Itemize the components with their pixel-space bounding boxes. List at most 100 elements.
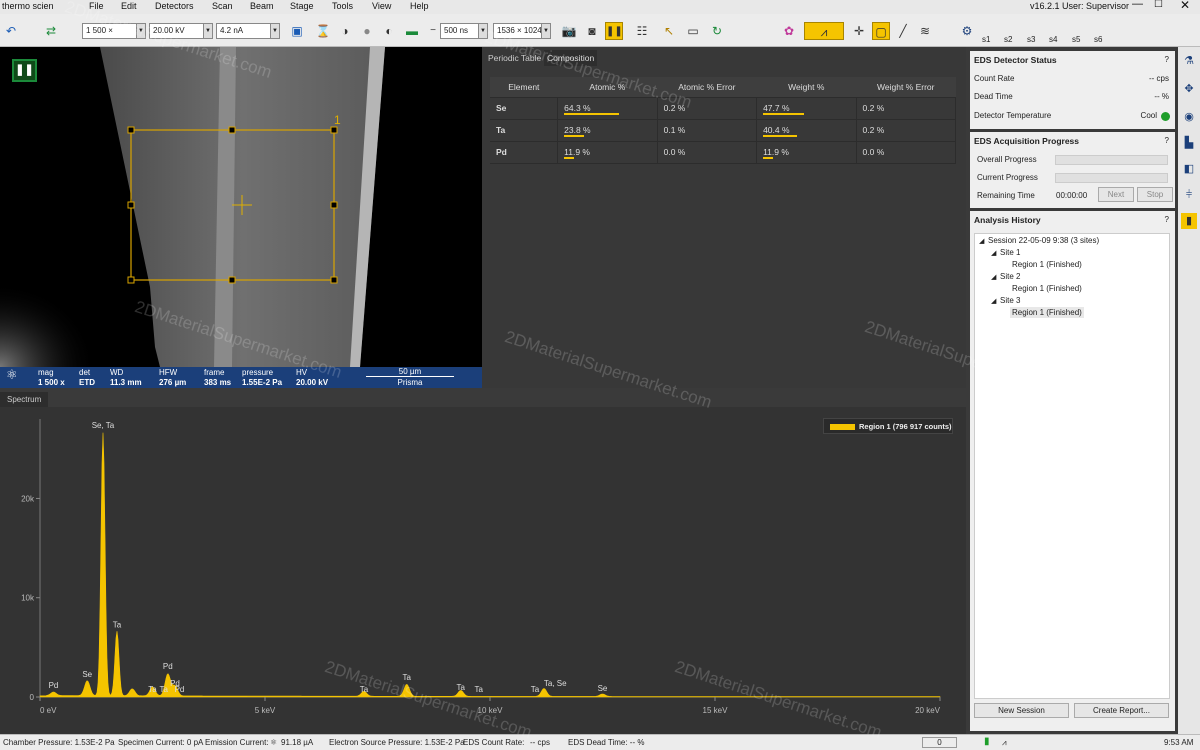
resolution-field[interactable]: 1536 × 1024 ▼ bbox=[493, 23, 551, 39]
tab-spectrum[interactable]: Spectrum bbox=[0, 392, 48, 407]
table-row[interactable]: Pd 11.9 % 0.0 % 11.9 % 0.0 % bbox=[490, 141, 957, 164]
stage-icon[interactable]: ▣ bbox=[288, 22, 306, 40]
sliders-icon[interactable]: ⫩ bbox=[1181, 187, 1197, 203]
rotate-icon[interactable]: ↻ bbox=[708, 22, 726, 40]
site-item[interactable]: Site 2 bbox=[1000, 272, 1020, 281]
close-icon[interactable]: ✕ bbox=[1180, 0, 1190, 12]
overall-progress-bar bbox=[1055, 155, 1168, 165]
region-item[interactable]: Region 1 (Finished) bbox=[1012, 260, 1082, 269]
chevron-down-icon[interactable]: ▼ bbox=[478, 24, 487, 38]
area-tool-icon[interactable]: ▢ bbox=[872, 22, 890, 40]
select-tool-icon[interactable]: ↖ bbox=[660, 22, 678, 40]
atomic-cell-text: 64.3 % bbox=[564, 103, 591, 113]
menu-detectors[interactable]: Detectors bbox=[155, 1, 194, 11]
photo-icon[interactable]: ◙ bbox=[583, 22, 601, 40]
sem-image-view[interactable]: 1 ❚❚ bbox=[0, 47, 482, 367]
menu-view[interactable]: View bbox=[372, 1, 391, 11]
menu-beam[interactable]: Beam bbox=[250, 1, 274, 11]
value-bar bbox=[564, 112, 620, 115]
expand-icon[interactable]: ◢ bbox=[991, 273, 996, 281]
current-progress-bar bbox=[1055, 173, 1168, 183]
magnification-field[interactable]: 1 500 × ▼ bbox=[82, 23, 146, 39]
expand-icon[interactable]: ◢ bbox=[991, 297, 996, 305]
menu-help[interactable]: Help bbox=[410, 1, 429, 11]
menu-stage[interactable]: Stage bbox=[290, 1, 314, 11]
menu-file[interactable]: File bbox=[89, 1, 104, 11]
help-icon[interactable]: ? bbox=[1165, 136, 1169, 145]
col-atomic-error[interactable]: Atomic % Error bbox=[657, 77, 757, 98]
cube-icon[interactable]: ◧ bbox=[1181, 161, 1197, 177]
lens-icon[interactable]: ◐ bbox=[380, 22, 398, 40]
brightness-icon[interactable]: ● bbox=[358, 22, 376, 40]
create-report-button[interactable]: Create Report... bbox=[1074, 703, 1169, 718]
region-item[interactable]: Region 1 (Finished) bbox=[1010, 307, 1084, 318]
session-item[interactable]: Session 22-05-09 9:38 (3 sites) bbox=[988, 236, 1099, 245]
chevron-down-icon[interactable]: ▼ bbox=[203, 24, 212, 38]
line-tool-icon[interactable]: ╱ bbox=[894, 22, 912, 40]
chevron-down-icon[interactable]: ▼ bbox=[541, 24, 550, 38]
dwell-time-field[interactable]: 500 ns ▼ bbox=[440, 23, 488, 39]
beam-current-field[interactable]: 4.2 nA ▼ bbox=[216, 23, 280, 39]
navigation-icon[interactable]: ✥ bbox=[1181, 81, 1197, 97]
spectrum-chart[interactable]: 20k 10k 0 0 eV 5 keV 10 keV 15 keV 20 keV Pd Se Se… bbox=[0, 407, 966, 734]
chevron-down-icon[interactable]: ▼ bbox=[270, 24, 279, 38]
point-tool-icon[interactable]: ✛ bbox=[850, 22, 868, 40]
atomic-error-cell: 0.2 % bbox=[657, 97, 758, 120]
stop-button[interactable]: Stop bbox=[1137, 187, 1173, 202]
counter-field[interactable]: 0 bbox=[922, 737, 957, 748]
col-weight-error[interactable]: Weight % Error bbox=[856, 77, 956, 98]
col-weight[interactable]: Weight % bbox=[756, 77, 857, 98]
chart-icon[interactable]: ▙ bbox=[1181, 135, 1197, 151]
help-icon[interactable]: ? bbox=[1165, 215, 1169, 224]
table-row[interactable]: Ta 23.8 % 0.1 % 40.4 % 0.2 % bbox=[490, 119, 957, 142]
slot-s5[interactable]: s5 bbox=[1072, 35, 1080, 44]
col-element[interactable]: Element bbox=[490, 77, 558, 98]
table-row[interactable]: Se 64.3 % 0.2 % 47.7 % 0.2 % bbox=[490, 97, 957, 120]
region-item[interactable]: Region 1 (Finished) bbox=[1012, 284, 1082, 293]
clock-time: 9:53 AM bbox=[1164, 738, 1194, 747]
scan-area-icon[interactable]: ☷ bbox=[633, 22, 651, 40]
hv-field[interactable]: 20.00 kV ▼ bbox=[149, 23, 213, 39]
pause-button[interactable]: ❚❚ bbox=[605, 22, 623, 40]
pause-indicator-icon[interactable]: ❚❚ bbox=[12, 59, 37, 82]
next-button[interactable]: Next bbox=[1098, 187, 1134, 202]
slot-s3[interactable]: s3 bbox=[1027, 35, 1035, 44]
sem-image bbox=[0, 47, 482, 367]
eye-icon[interactable]: ◉ bbox=[1181, 109, 1197, 125]
expand-icon[interactable]: ◢ bbox=[991, 249, 996, 257]
slot-s6[interactable]: s6 bbox=[1094, 35, 1102, 44]
new-session-button[interactable]: New Session bbox=[974, 703, 1069, 718]
minimize-icon[interactable]: — bbox=[1132, 0, 1143, 10]
slot-s2[interactable]: s2 bbox=[1004, 35, 1012, 44]
help-icon[interactable]: ? bbox=[1165, 55, 1169, 64]
menu-tools[interactable]: Tools bbox=[332, 1, 353, 11]
slot-s1[interactable]: s1 bbox=[982, 35, 990, 44]
beam-on-icon[interactable]: ⇄ bbox=[42, 22, 60, 40]
tab-periodic-table[interactable]: Periodic Table bbox=[488, 53, 541, 63]
settings-icon[interactable]: ⚙ bbox=[958, 22, 976, 40]
col-atomic[interactable]: Atomic % bbox=[557, 77, 658, 98]
menu-scan[interactable]: Scan bbox=[212, 1, 233, 11]
rectangle-tool-icon[interactable]: ▭ bbox=[684, 22, 702, 40]
layers-icon[interactable]: ≋ bbox=[916, 22, 934, 40]
microscope-icon[interactable]: ⚗ bbox=[1181, 53, 1197, 69]
chevron-down-icon[interactable]: ▼ bbox=[136, 24, 145, 38]
menu-edit[interactable]: Edit bbox=[121, 1, 137, 11]
scan-mode-icon[interactable]: ▬ bbox=[403, 22, 421, 40]
maximize-icon[interactable]: ☐ bbox=[1154, 0, 1163, 10]
expand-icon[interactable]: ◢ bbox=[979, 237, 984, 245]
spectrum-mode-button[interactable]: ⩘ bbox=[804, 22, 844, 40]
tab-composition[interactable]: Composition bbox=[544, 50, 598, 66]
contrast-icon[interactable]: ◑ bbox=[336, 22, 354, 40]
undo-icon[interactable]: ↶ bbox=[2, 22, 20, 40]
color-wheel-icon[interactable]: ✿ bbox=[780, 22, 798, 40]
slot-s4[interactable]: s4 bbox=[1049, 35, 1057, 44]
dead-time-label: Dead Time bbox=[974, 92, 1013, 101]
site-item[interactable]: Site 3 bbox=[1000, 296, 1020, 305]
eds-icon[interactable]: ▮ bbox=[1181, 213, 1197, 229]
filter-icon[interactable]: ⌛ bbox=[314, 22, 332, 40]
snapshot-icon[interactable]: 📷 bbox=[560, 22, 578, 40]
site-item[interactable]: Site 1 bbox=[1000, 248, 1020, 257]
remaining-time-value: 00:00:00 bbox=[1056, 191, 1088, 200]
app-title: thermo scien bbox=[2, 1, 54, 11]
